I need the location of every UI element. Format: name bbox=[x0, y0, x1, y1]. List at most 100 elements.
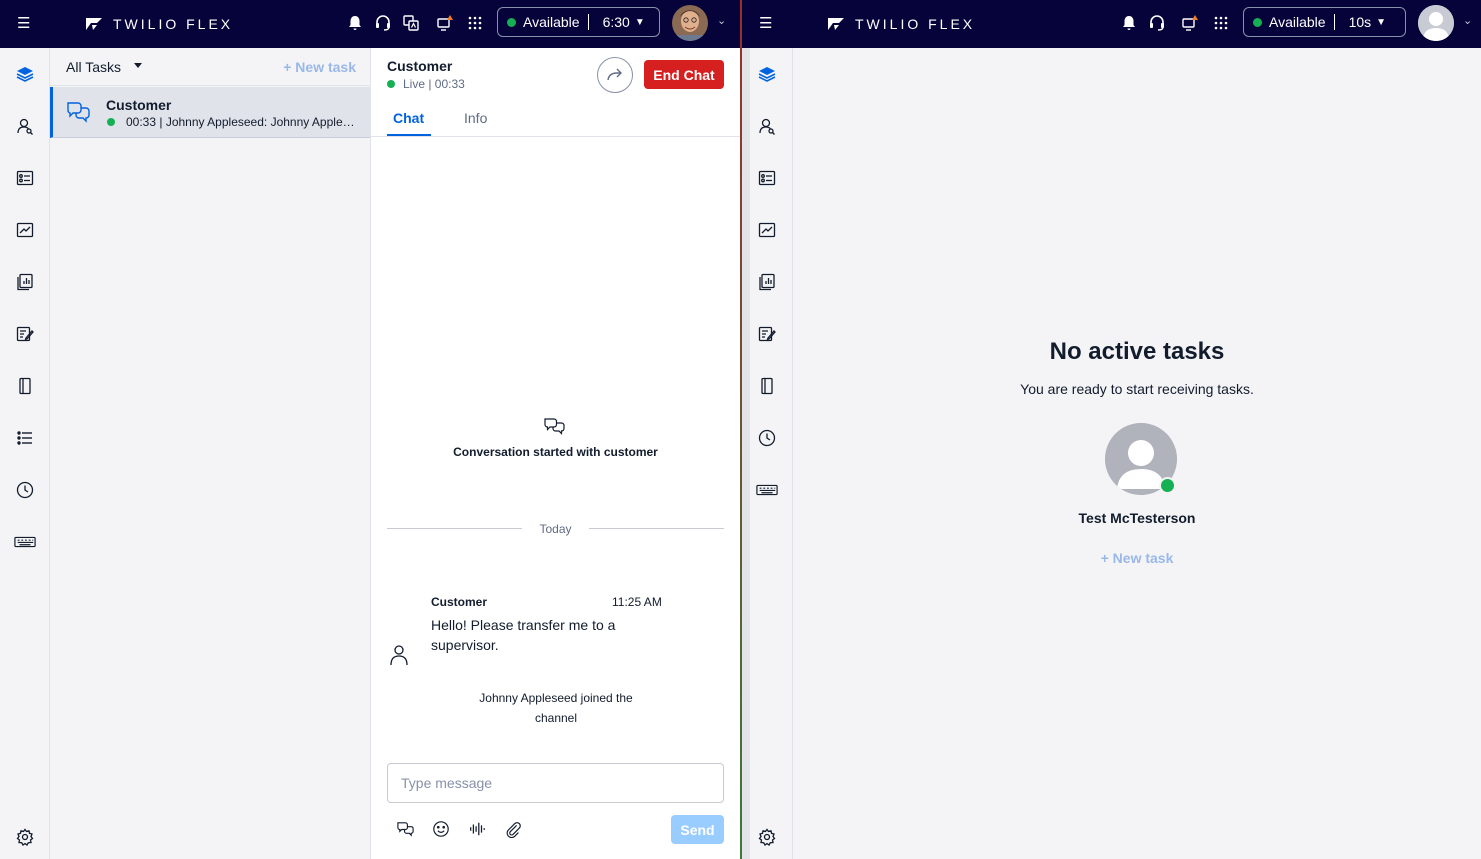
settings-gear-icon[interactable] bbox=[14, 826, 36, 848]
tab-chat[interactable]: Chat bbox=[393, 110, 424, 126]
tab-info[interactable]: Info bbox=[464, 110, 487, 126]
edit-form-icon[interactable] bbox=[756, 323, 778, 345]
chat-tabs: Chat Info bbox=[371, 106, 740, 137]
live-timer: Live | 00:33 bbox=[403, 77, 465, 91]
headset-icon[interactable] bbox=[1146, 12, 1168, 34]
status-timer: 10s bbox=[1348, 14, 1372, 30]
task-card[interactable]: Customer 00:33 | Johnny Appleseed: Johnn… bbox=[50, 87, 370, 138]
canned-responses-icon[interactable] bbox=[394, 818, 416, 840]
queues-list-icon[interactable] bbox=[756, 167, 778, 189]
date-divider-label: Today bbox=[539, 522, 572, 536]
menu-icon[interactable]: ☰ bbox=[17, 14, 31, 34]
message-input[interactable] bbox=[387, 763, 724, 803]
apps-grid-icon[interactable] bbox=[1210, 12, 1232, 34]
bell-icon[interactable] bbox=[344, 12, 366, 34]
queues-list-icon[interactable] bbox=[14, 167, 36, 189]
monitor-alert-icon[interactable] bbox=[434, 12, 456, 34]
task-list-icon[interactable] bbox=[14, 427, 36, 449]
transfer-button[interactable] bbox=[597, 57, 633, 93]
agent-window-right: ☰ TWILIO FLEX Available 10s ▼ ⌄ No activ… bbox=[742, 0, 1481, 859]
task-name: Customer bbox=[106, 97, 172, 113]
agent-search-icon[interactable] bbox=[756, 115, 778, 137]
history-clock-icon[interactable] bbox=[14, 479, 36, 501]
reports-icon[interactable] bbox=[14, 271, 36, 293]
agent-available-dot bbox=[1159, 477, 1176, 494]
twilio-flex-logo-icon bbox=[86, 18, 102, 30]
reports-icon[interactable] bbox=[756, 271, 778, 293]
active-tab-indicator bbox=[387, 134, 431, 136]
brand-logo: TWILIO FLEX bbox=[828, 13, 975, 35]
activity-status-dropdown[interactable]: Available 10s ▼ bbox=[1243, 7, 1406, 37]
available-status-dot bbox=[507, 17, 516, 27]
conversation-started-text: Conversation started with customer bbox=[453, 445, 658, 459]
attachment-icon[interactable] bbox=[502, 818, 524, 840]
top-bar: ☰ TWILIO FLEX Available 10s ▼ ⌄ bbox=[742, 0, 1481, 48]
brand-name: TWILIO FLEX bbox=[855, 16, 976, 32]
chat-title: Customer bbox=[387, 58, 453, 74]
customer-avatar-icon bbox=[390, 645, 408, 666]
chat-live-status: Live | 00:33 bbox=[387, 77, 465, 91]
notebook-icon[interactable] bbox=[14, 375, 36, 397]
new-task-button[interactable]: + New task bbox=[793, 550, 1481, 566]
settings-gear-icon[interactable] bbox=[756, 826, 778, 848]
edit-form-icon[interactable] bbox=[14, 323, 36, 345]
message-time: 11:25 AM bbox=[612, 595, 662, 609]
no-tasks-subtitle: You are ready to start receiving tasks. bbox=[1020, 381, 1254, 397]
analytics-chart-icon[interactable] bbox=[756, 219, 778, 241]
live-status-dot bbox=[387, 80, 395, 88]
chevron-down-icon: ▼ bbox=[634, 16, 645, 28]
monitor-alert-icon[interactable] bbox=[1179, 12, 1201, 34]
task-list-panel: All Tasks + New task Customer 00:33 | Jo… bbox=[50, 48, 371, 859]
send-button[interactable]: Send bbox=[671, 815, 724, 844]
layers-icon[interactable] bbox=[14, 63, 36, 85]
bell-icon[interactable] bbox=[1118, 12, 1140, 34]
chevron-down-icon: ▼ bbox=[1376, 16, 1387, 28]
status-timer: 6:30 bbox=[602, 14, 630, 30]
agent-window-left: ☰ TWILIO FLEX Available 6:30 ▼ ⌄ All Tas… bbox=[0, 0, 740, 859]
message-text: Hello! Please transfer me to a superviso… bbox=[431, 617, 616, 653]
audio-waveform-icon[interactable] bbox=[466, 818, 488, 840]
analytics-chart-icon[interactable] bbox=[14, 219, 36, 241]
user-avatar[interactable] bbox=[672, 5, 708, 41]
no-tasks-title: No active tasks bbox=[1049, 338, 1225, 365]
user-avatar[interactable] bbox=[1418, 5, 1454, 41]
agent-search-icon[interactable] bbox=[14, 115, 36, 137]
translate-icon[interactable] bbox=[400, 12, 422, 34]
emoji-icon[interactable] bbox=[430, 818, 452, 840]
keyboard-icon[interactable] bbox=[14, 531, 36, 553]
message-author: Customer bbox=[431, 595, 488, 609]
layers-icon[interactable] bbox=[756, 63, 778, 85]
top-bar: ☰ TWILIO FLEX Available 6:30 ▼ ⌄ bbox=[0, 0, 740, 48]
user-menu-chevron-icon[interactable]: ⌄ bbox=[717, 14, 726, 27]
activity-status-dropdown[interactable]: Available 6:30 ▼ bbox=[497, 7, 660, 37]
chat-panel: Customer Live | 00:33 End Chat Chat Info… bbox=[371, 48, 740, 859]
caret-down-icon bbox=[134, 63, 142, 68]
headset-icon[interactable] bbox=[372, 12, 394, 34]
brand-logo: TWILIO FLEX bbox=[86, 13, 233, 35]
task-filter-dropdown[interactable]: All Tasks bbox=[66, 59, 121, 75]
keyboard-icon[interactable] bbox=[756, 479, 778, 501]
task-subtitle: 00:33 | Johnny Appleseed: Johnny Applese… bbox=[126, 115, 356, 129]
menu-icon[interactable]: ☰ bbox=[759, 14, 773, 34]
transfer-arrow-icon bbox=[607, 68, 622, 81]
no-tasks-panel: No active tasks You are ready to start r… bbox=[793, 48, 1481, 859]
twilio-flex-logo-icon bbox=[828, 18, 844, 30]
system-message: Johnny Appleseed joined the channel bbox=[479, 691, 633, 725]
user-menu-chevron-icon[interactable]: ⌄ bbox=[1463, 14, 1472, 27]
status-label: Available bbox=[523, 14, 580, 30]
conversation-icon bbox=[544, 418, 565, 435]
apps-grid-icon[interactable] bbox=[464, 12, 486, 34]
brand-name: TWILIO FLEX bbox=[113, 16, 234, 32]
side-navigation bbox=[750, 48, 793, 859]
new-task-button[interactable]: + New task bbox=[283, 59, 356, 75]
end-chat-button[interactable]: End Chat bbox=[644, 60, 724, 89]
side-navigation bbox=[0, 48, 50, 859]
history-clock-icon[interactable] bbox=[756, 427, 778, 449]
notebook-icon[interactable] bbox=[756, 375, 778, 397]
status-label: Available bbox=[1269, 14, 1326, 30]
available-status-dot bbox=[1253, 17, 1262, 27]
agent-name: Test McTesterson bbox=[1078, 510, 1196, 526]
chat-bubbles-icon bbox=[67, 102, 90, 123]
task-status-dot bbox=[107, 118, 115, 126]
task-list-header: All Tasks + New task bbox=[50, 48, 370, 86]
